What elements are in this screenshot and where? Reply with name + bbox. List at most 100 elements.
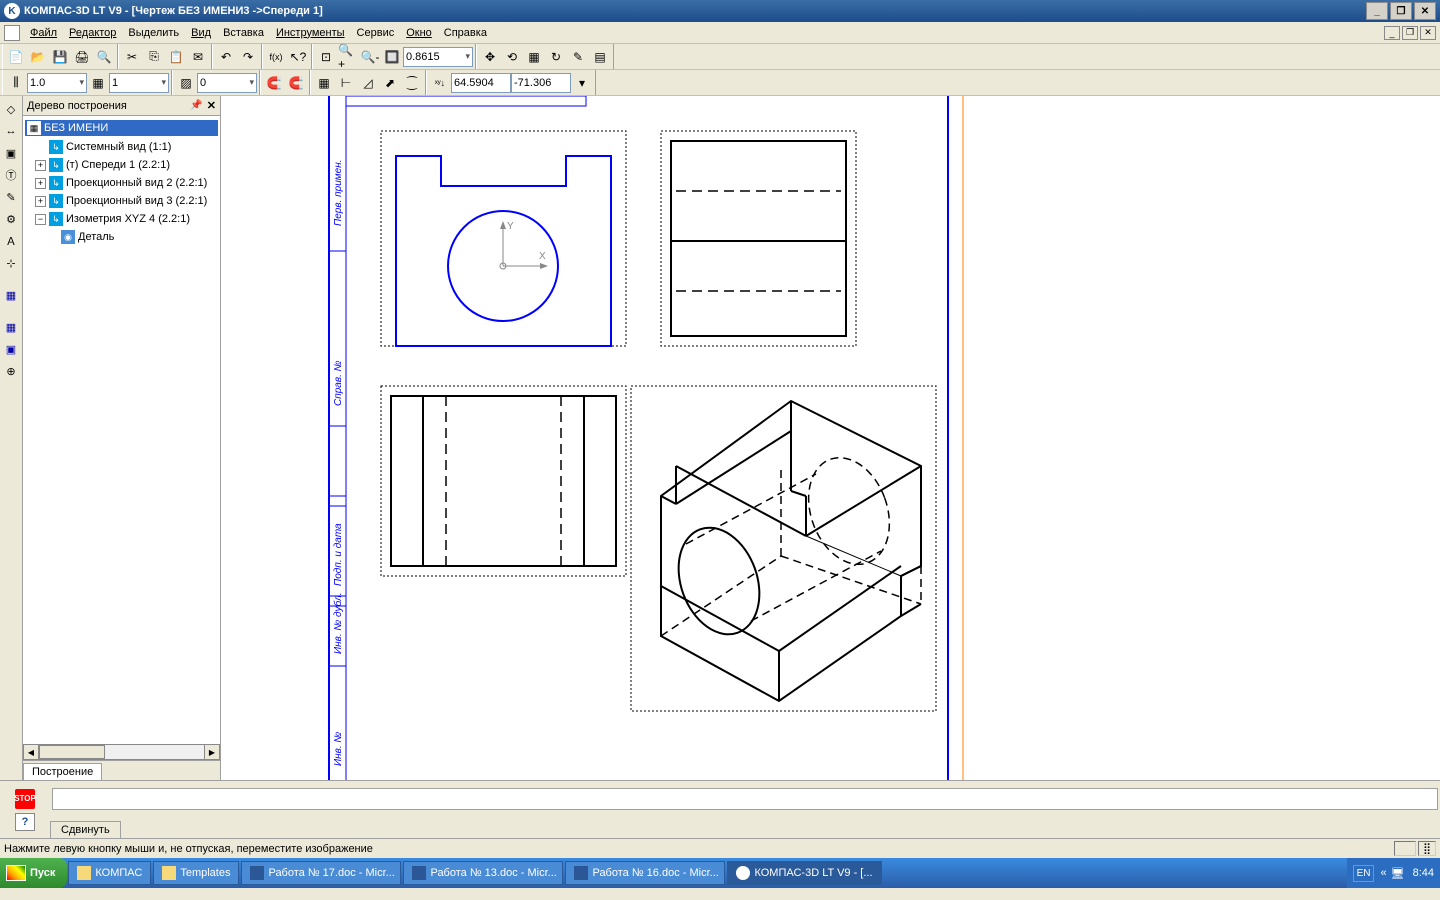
expand-icon[interactable]: + (35, 178, 46, 189)
mdi-minimize[interactable]: _ (1384, 26, 1400, 40)
panel-help-button[interactable]: ? (15, 813, 35, 831)
ortho-button[interactable]: ⊢ (335, 72, 357, 94)
print-button[interactable]: 🖨 (71, 46, 93, 68)
stop-button[interactable]: STOP (15, 789, 35, 809)
menu-window[interactable]: Окно (400, 25, 438, 41)
collapse-icon[interactable]: − (35, 214, 46, 225)
tree-item-part[interactable]: ◉ Деталь (25, 228, 218, 246)
view-tool[interactable]: ▦ (1, 285, 21, 305)
measure-tool[interactable]: Ａ (1, 231, 21, 251)
tree-item-proj2[interactable]: +↳ Проекционный вид 2 (2.2:1) (25, 174, 218, 192)
help-cursor-button[interactable]: ↖? (287, 46, 309, 68)
layers-button[interactable]: ▤ (589, 46, 611, 68)
vars-button[interactable]: f(x) (265, 46, 287, 68)
start-button[interactable]: Пуск (0, 858, 67, 888)
3d-tool[interactable]: ▦ (1, 317, 21, 337)
pin-icon[interactable]: 📌 (190, 100, 202, 111)
minimize-button[interactable]: _ (1366, 2, 1388, 20)
task-word-16[interactable]: Работа № 16.doc - Micr... (565, 861, 725, 885)
task-kompas-app[interactable]: КОМПАС-3D LT V9 - [... (727, 861, 881, 885)
color-combo[interactable]: 0 (197, 73, 257, 93)
layer-combo[interactable]: 1 (109, 73, 169, 93)
symbol-tool[interactable]: ▣ (1, 143, 21, 163)
coord-y-input[interactable] (511, 73, 571, 93)
menu-help[interactable]: Справка (438, 25, 493, 41)
save-button[interactable]: 💾 (49, 46, 71, 68)
tree-item-front[interactable]: +↳ (т) Спереди 1 (2.2:1) (25, 156, 218, 174)
pan-button[interactable]: ✥ (479, 46, 501, 68)
open-button[interactable]: 📂 (27, 46, 49, 68)
rebuild-button[interactable]: ▦ (523, 46, 545, 68)
round-button[interactable]: ⬈ (379, 72, 401, 94)
geometry-tool[interactable]: ◇ (1, 99, 21, 119)
props-button[interactable]: ✉ (187, 46, 209, 68)
cut-tool[interactable]: ⊕ (1, 361, 21, 381)
menu-editor[interactable]: Редактор (63, 25, 122, 41)
scroll-left-icon[interactable]: ◀ (23, 744, 39, 760)
preview-button[interactable]: 🔍 (93, 46, 115, 68)
menu-view[interactable]: Вид (185, 25, 217, 41)
expand-icon[interactable]: + (35, 160, 46, 171)
menu-tools[interactable]: Инструменты (270, 25, 351, 41)
edit-tool[interactable]: ✎ (1, 187, 21, 207)
local-cs-button[interactable]: ◿ (357, 72, 379, 94)
scroll-thumb[interactable] (39, 745, 105, 759)
undo-button[interactable]: ↶ (215, 46, 237, 68)
snap-off-button[interactable]: 🧲 (285, 72, 307, 94)
select-tool[interactable]: ⊹ (1, 253, 21, 273)
coord-lock-button[interactable]: ▾ (571, 72, 593, 94)
rotate-button[interactable]: ⟲ (501, 46, 523, 68)
paste-button[interactable]: 📋 (165, 46, 187, 68)
property-input[interactable] (52, 788, 1438, 810)
copy-button[interactable]: ⎘ (143, 46, 165, 68)
layer-icon[interactable]: ▦ (87, 72, 109, 94)
refresh-button[interactable]: ↻ (545, 46, 567, 68)
redo-button[interactable]: ↷ (237, 46, 259, 68)
zoom-window-button[interactable]: 🔲 (381, 46, 403, 68)
tree-tab-build[interactable]: Построение (23, 763, 102, 780)
mdi-close[interactable]: ✕ (1420, 26, 1436, 40)
dimension-tool[interactable]: ↔ (1, 121, 21, 141)
hole-tool[interactable]: ▣ (1, 339, 21, 359)
property-tab-move[interactable]: Сдвинуть (50, 821, 121, 838)
tree-root[interactable]: ▦ БЕЗ ИМЕНИ (25, 120, 218, 136)
tree-hscroll[interactable]: ◀ ▶ (23, 744, 220, 760)
expand-icon[interactable]: + (35, 196, 46, 207)
hatch-icon[interactable]: ▨ (175, 72, 197, 94)
linewidth-combo[interactable]: 1.0 (27, 73, 87, 93)
drawing-canvas[interactable]: Перв. примен. Справ. № Подп. и дата Инв.… (221, 96, 1440, 780)
menu-insert[interactable]: Вставка (217, 25, 270, 41)
text-tool[interactable]: Ⓣ (1, 165, 21, 185)
scroll-right-icon[interactable]: ▶ (204, 744, 220, 760)
tree-close-icon[interactable]: ✕ (207, 99, 216, 112)
task-word-13[interactable]: Работа № 13.doc - Micr... (403, 861, 563, 885)
param-button[interactable]: ⁐ (401, 72, 423, 94)
zoom-combo[interactable]: 0.8615 (403, 47, 473, 67)
new-button[interactable]: 📄 (5, 46, 27, 68)
tree-item-system[interactable]: ↳ Системный вид (1:1) (25, 138, 218, 156)
tray-icon[interactable]: « (1380, 867, 1386, 879)
mdi-restore[interactable]: ❐ (1402, 26, 1418, 40)
tree-item-proj3[interactable]: +↳ Проекционный вид 3 (2.2:1) (25, 192, 218, 210)
tray-icon[interactable]: 🖥 (1391, 867, 1405, 880)
close-button[interactable]: ✕ (1414, 2, 1436, 20)
cut-button[interactable]: ✂ (121, 46, 143, 68)
snap-on-button[interactable]: 🧲 (263, 72, 285, 94)
tree-item-iso[interactable]: −↳ Изометрия XYZ 4 (2.2:1) (25, 210, 218, 228)
zoom-in-button[interactable]: 🔍+ (337, 46, 359, 68)
menu-service[interactable]: Сервис (351, 25, 401, 41)
zoom-out-button[interactable]: 🔍- (359, 46, 381, 68)
coord-x-input[interactable] (451, 73, 511, 93)
clock[interactable]: 8:44 (1413, 867, 1434, 879)
task-word-17[interactable]: Работа № 17.doc - Micr... (241, 861, 401, 885)
menu-select[interactable]: Выделить (122, 25, 185, 41)
tree-body[interactable]: ▦ БЕЗ ИМЕНИ ↳ Системный вид (1:1) +↳ (т)… (23, 116, 220, 744)
measure-button[interactable]: ✎ (567, 46, 589, 68)
grid-button[interactable]: ▦ (313, 72, 335, 94)
task-kompas-folder[interactable]: КОМПАС (68, 861, 151, 885)
status-grip[interactable]: ⣿ (1418, 841, 1436, 856)
zoom-fit-button[interactable]: ⊡ (315, 46, 337, 68)
maximize-button[interactable]: ❐ (1390, 2, 1412, 20)
menu-file[interactable]: Файл (24, 25, 63, 41)
task-templates-folder[interactable]: Templates (153, 861, 239, 885)
